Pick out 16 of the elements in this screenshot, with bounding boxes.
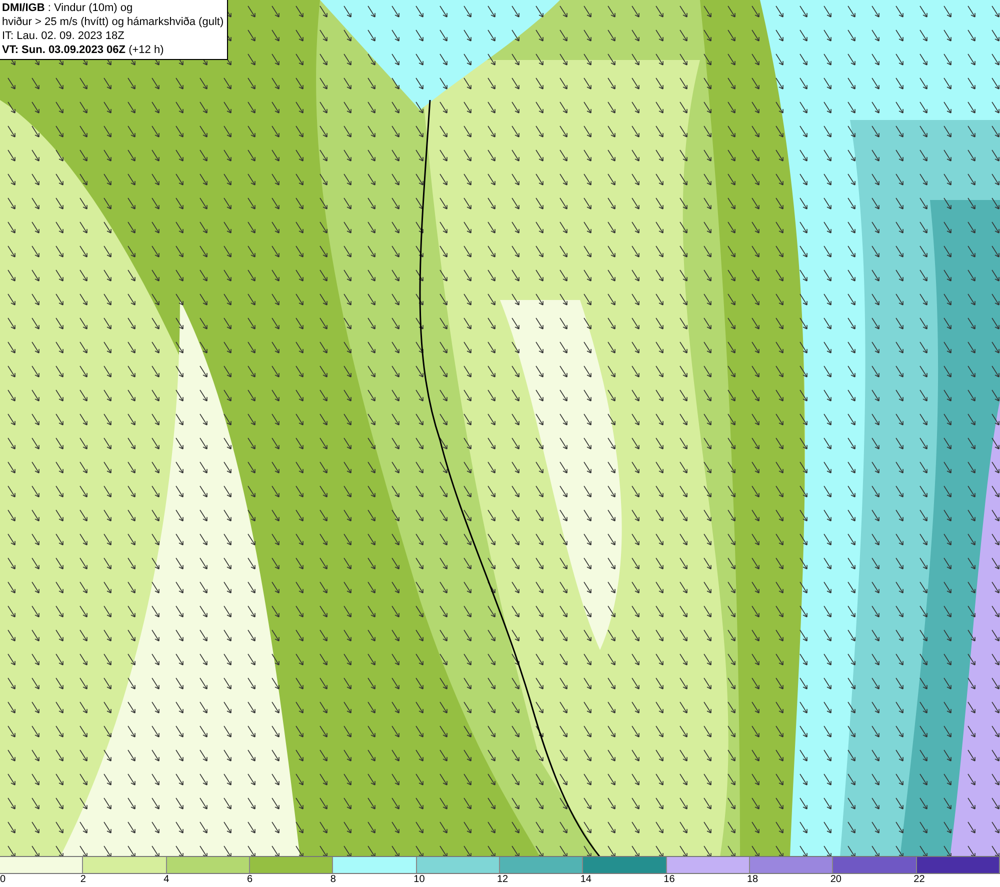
legend-label: 8	[330, 874, 336, 887]
legend-label: 18	[747, 874, 758, 887]
legend-label: 12	[497, 874, 508, 887]
legend-label: 22	[914, 874, 925, 887]
title-line: VT: Sun. 03.09.2023 06Z (+12 h)	[2, 43, 165, 57]
legend-label: 2	[80, 874, 86, 887]
legend-label: 20	[830, 874, 842, 887]
legend-label: 14	[580, 874, 592, 887]
legend-label: 16	[664, 874, 675, 887]
title-line: IT: Lau. 02. 09. 2023 18Z	[2, 29, 126, 43]
legend-label: 10	[414, 874, 425, 887]
legend-label: 0	[0, 874, 6, 887]
legend-label: 4	[164, 874, 170, 887]
title-line: hviður > 25 m/s (hvítt) og hámarkshviða (gult)	[2, 15, 224, 29]
title-line: DMI/IGB : Vindur (10m) og	[2, 1, 134, 15]
legend-label: 6	[247, 874, 253, 887]
